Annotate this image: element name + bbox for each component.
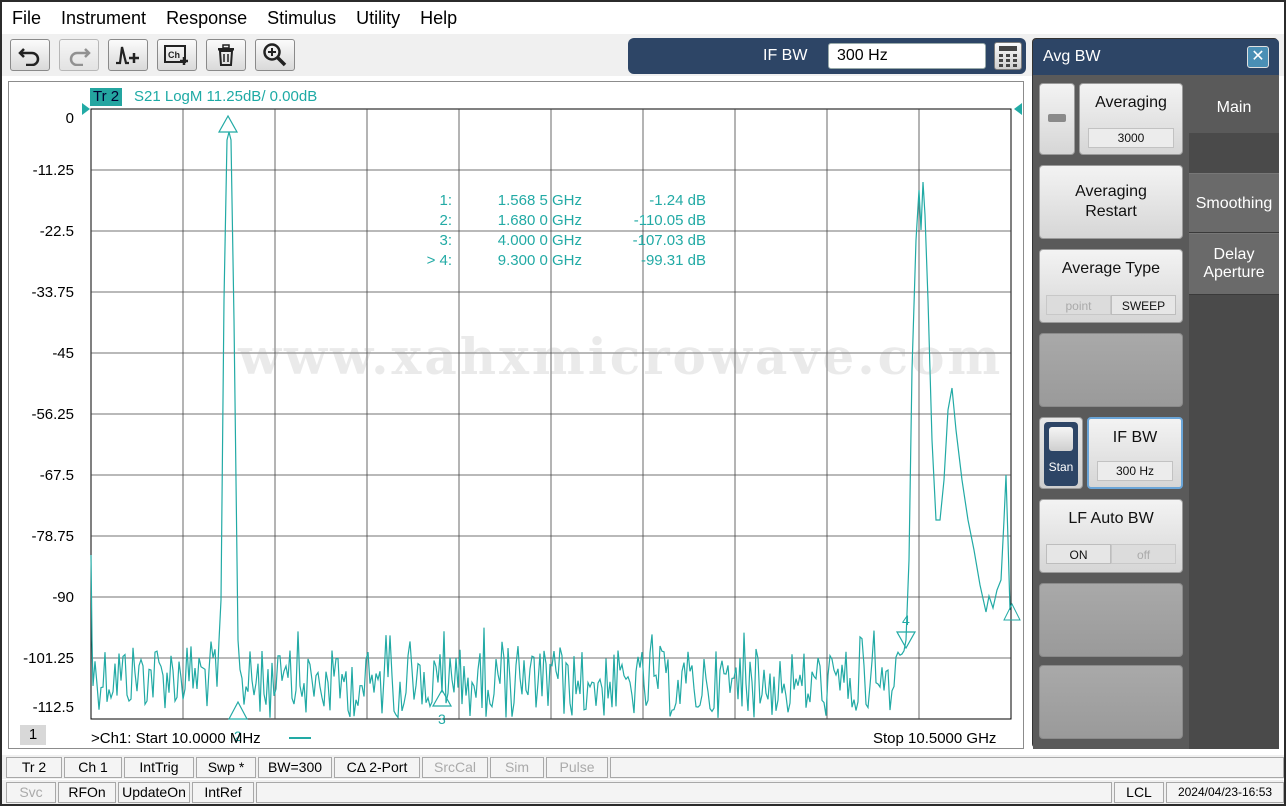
marker-row: 3: 4.000 0 GHz -107.03 dB xyxy=(395,231,706,251)
lf-auto-bw-label: LF Auto BW xyxy=(1068,510,1154,527)
status-datetime: 2024/04/23-16:53 xyxy=(1166,782,1284,803)
marker-row: 2: 1.680 0 GHz -110.05 dB xyxy=(395,211,706,231)
y-tick-label: 0 xyxy=(65,110,74,127)
softkey-panel: Avg BW ✕ Averaging 3000 Averaging Restar… xyxy=(1032,38,1279,749)
trace-tag[interactable]: Tr 2 xyxy=(90,88,123,106)
average-type-point: point xyxy=(1046,295,1111,315)
lf-auto-off: off xyxy=(1111,544,1176,564)
ifbw-label: IF BW xyxy=(1112,429,1158,446)
marker-value: -110.05 dB xyxy=(633,212,706,229)
marker-1-icon xyxy=(217,114,239,133)
toggle-knob-icon xyxy=(1049,427,1073,451)
ifbw-standard-toggle[interactable]: Stan xyxy=(1039,417,1083,489)
status-bar-bottom: Svc RFOn UpdateOn IntRef LCL 2024/04/23-… xyxy=(2,780,1284,804)
status-channel[interactable]: Ch 1 xyxy=(64,757,122,778)
watermark: www.xahxmicrowave.com xyxy=(238,327,1004,386)
lf-auto-bw-toggle: ON off xyxy=(1046,544,1176,564)
marker-freq: 4.000 0 GHz xyxy=(497,232,582,249)
y-tick-label: -78.75 xyxy=(31,528,74,545)
marker-value: -107.03 dB xyxy=(632,232,706,249)
status-ref[interactable]: IntRef xyxy=(192,782,254,803)
lf-auto-bw-button[interactable]: LF Auto BW ON off xyxy=(1039,499,1183,573)
averaging-restart-button[interactable]: Averaging Restart xyxy=(1039,165,1183,239)
softkey-column: Averaging 3000 Averaging Restart Average… xyxy=(1033,75,1189,749)
averaging-button[interactable]: Averaging 3000 xyxy=(1079,83,1183,155)
channel-number[interactable]: 1 xyxy=(20,725,46,745)
marker-num: 1: xyxy=(439,192,452,209)
toggle-label: Stan xyxy=(1048,460,1074,474)
status-cal[interactable]: CΔ 2-Port xyxy=(334,757,420,778)
status-bw[interactable]: BW=300 xyxy=(258,757,332,778)
marker-4-label: 4 xyxy=(902,612,910,628)
y-tick-label: -33.75 xyxy=(31,284,74,301)
panel-title-bar: Avg BW ✕ xyxy=(1033,39,1279,75)
averaging-toggle[interactable] xyxy=(1039,83,1075,155)
status-bar-top: Tr 2 Ch 1 IntTrig Swp * BW=300 CΔ 2-Port… xyxy=(2,755,1284,779)
averaging-label: Averaging xyxy=(1095,94,1167,111)
marker-num: 2: xyxy=(439,212,452,229)
status-sim[interactable]: Sim xyxy=(490,757,544,778)
average-type-label: Average Type xyxy=(1061,260,1161,277)
reference-left-icon xyxy=(82,103,90,115)
marker-num: > 4: xyxy=(426,252,452,269)
marker-num: 3: xyxy=(439,232,452,249)
marker-freq: 9.300 0 GHz xyxy=(497,252,582,269)
tab-delay-aperture[interactable]: Delay Aperture xyxy=(1189,233,1279,295)
y-tick-label: -67.5 xyxy=(39,467,74,484)
status-trigger[interactable]: IntTrig xyxy=(124,757,194,778)
y-tick-label: -56.25 xyxy=(31,406,74,423)
ifbw-value: 300 Hz xyxy=(1097,461,1173,481)
reference-right-icon xyxy=(1014,103,1022,115)
empty-softkey xyxy=(1039,665,1183,739)
status-trace[interactable]: Tr 2 xyxy=(6,757,62,778)
status-spacer xyxy=(256,782,1112,803)
marker-table: 1: 1.568 5 GHz -1.24 dB 2: 1.680 0 GHz -110.… xyxy=(395,191,706,271)
status-sweep[interactable]: Swp * xyxy=(196,757,256,778)
average-type-button[interactable]: Average Type point SWEEP xyxy=(1039,249,1183,323)
status-update[interactable]: UpdateOn xyxy=(118,782,190,803)
y-tick-label: -90 xyxy=(52,589,74,606)
tab-smoothing[interactable]: Smoothing xyxy=(1189,173,1279,233)
marker-value: -1.24 dB xyxy=(649,192,706,209)
marker-freq: 1.680 0 GHz xyxy=(497,212,582,229)
status-lcl[interactable]: LCL xyxy=(1114,782,1164,803)
y-tick-label: -11.25 xyxy=(32,162,74,179)
tab-main[interactable]: Main xyxy=(1189,75,1279,133)
empty-softkey xyxy=(1039,583,1183,657)
trace-info[interactable]: S21 LogM 11.25dB/ 0.00dB xyxy=(134,88,317,106)
panel-title: Avg BW xyxy=(1043,48,1101,65)
average-type-sweep: SWEEP xyxy=(1111,295,1176,315)
trace-line-legend xyxy=(289,737,311,739)
marker-3-label: 3 xyxy=(438,711,446,727)
y-tick-label: -22.5 xyxy=(39,223,74,240)
status-srccal[interactable]: SrcCal xyxy=(422,757,488,778)
marker-row: > 4: 9.300 0 GHz -99.31 dB xyxy=(395,251,706,271)
toggle-indicator-icon xyxy=(1048,114,1066,122)
status-spacer xyxy=(610,757,1284,778)
status-svc[interactable]: Svc xyxy=(6,782,56,803)
marker-freq: 1.568 5 GHz xyxy=(497,192,582,209)
marker-edge-icon xyxy=(1003,602,1021,621)
stop-frequency[interactable]: Stop 10.5000 GHz xyxy=(873,730,996,747)
empty-softkey xyxy=(1039,333,1183,407)
average-type-toggle: point SWEEP xyxy=(1046,295,1176,315)
y-tick-label: -45 xyxy=(52,345,74,362)
menu-tabs: Main Smoothing Delay Aperture xyxy=(1189,75,1279,749)
averaging-count: 3000 xyxy=(1088,128,1174,148)
marker-value: -99.31 dB xyxy=(640,252,706,269)
lf-auto-on: ON xyxy=(1046,544,1111,564)
status-rf[interactable]: RFOn xyxy=(58,782,116,803)
y-tick-label: -101.25 xyxy=(23,650,74,667)
close-button[interactable]: ✕ xyxy=(1247,46,1269,68)
ifbw-button[interactable]: IF BW 300 Hz xyxy=(1087,417,1183,489)
status-pulse[interactable]: Pulse xyxy=(546,757,608,778)
y-tick-label: -112.5 xyxy=(32,699,74,716)
start-frequency[interactable]: >Ch1: Start 10.0000 MHz xyxy=(91,730,261,747)
marker-row: 1: 1.568 5 GHz -1.24 dB xyxy=(395,191,706,211)
